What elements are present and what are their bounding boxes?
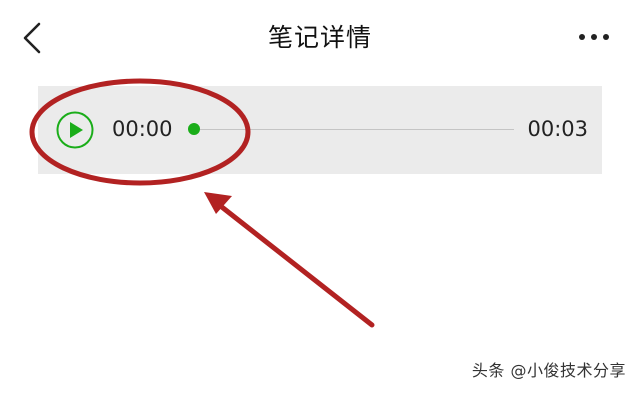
audio-player: 00:00 00:03 <box>38 86 602 174</box>
play-button[interactable] <box>56 111 94 149</box>
current-time-label: 00:00 <box>112 117 173 141</box>
total-time-label: 00:03 <box>527 117 588 141</box>
watermark: 头条 @小俊技术分享 <box>471 361 626 380</box>
arrow-shaft <box>215 201 375 328</box>
progress-track[interactable] <box>194 129 514 130</box>
play-icon <box>56 111 94 149</box>
more-options-button[interactable] <box>576 22 612 52</box>
note-detail-page: 笔记详情 00:00 00:03 头条 @小俊技术分享 <box>0 0 640 393</box>
progress-thumb[interactable] <box>188 123 200 135</box>
top-nav-bar: 笔记详情 <box>0 0 640 76</box>
more-dots-icon <box>579 34 609 40</box>
arrow-head <box>204 192 232 214</box>
page-title: 笔记详情 <box>267 23 372 52</box>
